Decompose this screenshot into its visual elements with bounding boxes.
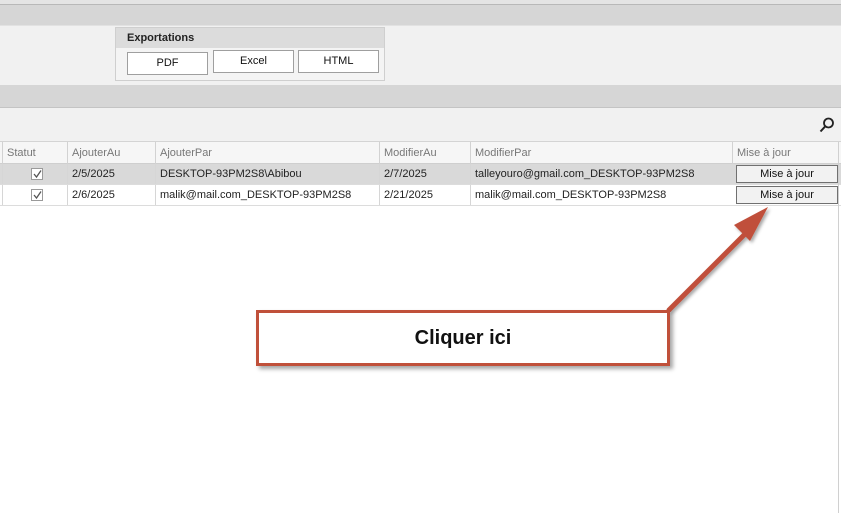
data-grid: Statut AjouterAu AjouterPar ModifierAu M… <box>0 142 841 207</box>
ajouterau-cell: 2/6/2025 <box>67 185 155 205</box>
statut-cell <box>2 164 68 184</box>
callout-box: Cliquer ici <box>256 310 670 366</box>
column-header-modifierpar[interactable]: ModifierPar <box>470 142 733 164</box>
modifierau-cell: 2/21/2025 <box>379 185 471 205</box>
ajouterpar-cell: DESKTOP-93PM2S8\Abibou <box>155 164 380 184</box>
search-bar <box>0 108 841 142</box>
ajouterpar-cell: malik@mail.com_DESKTOP-93PM2S8 <box>155 185 380 205</box>
mise-a-jour-button[interactable]: Mise à jour <box>736 165 838 183</box>
grid-right-border <box>838 142 839 513</box>
export-html-button[interactable]: HTML <box>298 50 379 73</box>
top-band <box>0 5 841 25</box>
modifierpar-cell: malik@mail.com_DESKTOP-93PM2S8 <box>470 185 733 205</box>
group-panel-band <box>0 85 841 108</box>
column-header-mise-a-jour[interactable]: Mise à jour <box>732 142 839 164</box>
grid-header: Statut AjouterAu AjouterPar ModifierAu M… <box>0 142 841 164</box>
column-header-statut[interactable]: Statut <box>2 142 68 164</box>
column-header-ajouterpar[interactable]: AjouterPar <box>155 142 380 164</box>
column-header-ajouterau[interactable]: AjouterAu <box>67 142 155 164</box>
table-row[interactable]: 2/6/2025 malik@mail.com_DESKTOP-93PM2S8 … <box>0 185 841 206</box>
search-icon[interactable] <box>818 116 836 134</box>
ajouterau-cell: 2/5/2025 <box>67 164 155 184</box>
export-pdf-button[interactable]: PDF <box>127 52 208 75</box>
export-excel-button[interactable]: Excel <box>213 50 294 73</box>
table-row[interactable]: 2/5/2025 DESKTOP-93PM2S8\Abibou 2/7/2025… <box>0 164 841 185</box>
exportations-group: Exportations PDF Excel HTML <box>115 27 385 81</box>
modifierpar-cell: talleyouro@gmail.com_DESKTOP-93PM2S8 <box>470 164 733 184</box>
check-icon[interactable] <box>31 189 43 201</box>
exportations-title: Exportations <box>116 28 384 48</box>
check-icon[interactable] <box>31 168 43 180</box>
column-header-modifierau[interactable]: ModifierAu <box>379 142 471 164</box>
modifierau-cell: 2/7/2025 <box>379 164 471 184</box>
mise-a-jour-button[interactable]: Mise à jour <box>736 186 838 204</box>
statut-cell <box>2 185 68 205</box>
